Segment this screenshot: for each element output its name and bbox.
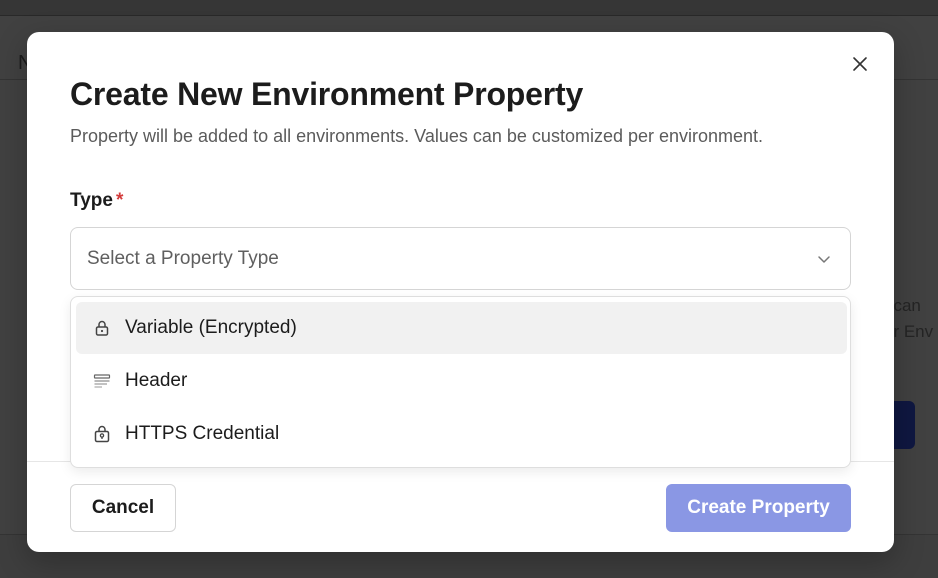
chevron-down-icon: [818, 256, 830, 263]
option-variable-encrypted[interactable]: Variable (Encrypted): [76, 302, 847, 354]
type-label-text: Type: [70, 190, 113, 211]
cancel-button[interactable]: Cancel: [70, 484, 176, 532]
close-icon: [853, 57, 867, 71]
option-header[interactable]: Header: [76, 355, 847, 407]
option-label: Header: [125, 370, 188, 391]
credential-lock-icon: [93, 425, 111, 443]
lock-icon: [93, 319, 111, 337]
create-property-button[interactable]: Create Property: [666, 484, 851, 532]
required-mark: *: [115, 190, 124, 211]
close-button[interactable]: [848, 52, 872, 76]
select-placeholder: Select a Property Type: [87, 248, 279, 269]
dialog-subtitle: Property will be added to all environmen…: [70, 126, 764, 146]
property-type-select[interactable]: Select a Property Type: [70, 227, 851, 290]
create-property-dialog: Create New Environment Property Property…: [27, 32, 894, 552]
type-field-label: Type *: [70, 190, 123, 212]
header-lines-icon: [93, 372, 111, 390]
option-https-credential[interactable]: HTTPS Credential: [76, 408, 847, 460]
property-type-dropdown: Variable (Encrypted) Header HTTPS Creden…: [70, 296, 851, 468]
option-label: Variable (Encrypted): [125, 317, 297, 338]
option-label: HTTPS Credential: [125, 423, 280, 444]
dialog-title: Create New Environment Property: [70, 76, 584, 112]
